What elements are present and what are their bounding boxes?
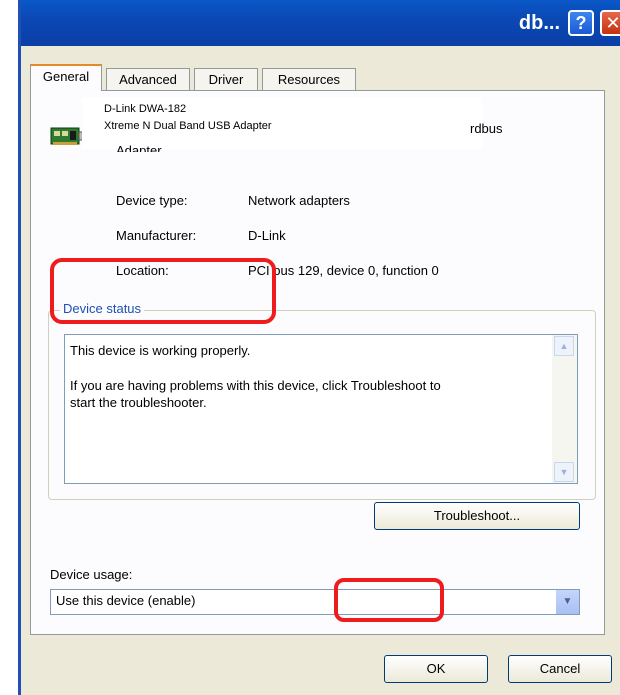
tab-advanced[interactable]: Advanced [106,68,190,90]
manufacturer-label: Manufacturer: [116,228,197,243]
status-text-line2: If you are having problems with this dev… [70,378,441,393]
network-adapter-icon [50,127,84,145]
device-type-value: Network adapters [248,193,350,208]
tab-resources[interactable]: Resources [262,68,356,90]
device-name-fragment: rdbus [470,121,503,136]
device-name-line1: D-Link DWA-182 [104,103,187,115]
tab-driver[interactable]: Driver [194,68,258,90]
status-scrollbar[interactable] [552,335,577,483]
window-title: db... [518,12,560,34]
tab-general[interactable]: General [30,64,102,91]
manufacturer-value: D-Link [248,228,286,243]
close-button[interactable]: ✕ [600,10,620,36]
scroll-up-icon[interactable]: ▲ [554,336,574,356]
device-name-line2: Xtreme N Dual Band USB Adapter [104,120,272,132]
troubleshoot-button[interactable]: Troubleshoot... [374,502,580,530]
location-value: PCI bus 129, device 0, function 0 [248,263,439,278]
status-text-line3: start the troubleshooter. [70,395,207,410]
device-usage-label: Device usage: [50,567,133,582]
title-bar[interactable]: db... ? ✕ [21,0,620,46]
device-usage-value: Use this device (enable) [56,593,196,608]
highlight-annotation-usage [334,578,444,622]
device-name-fragment-adapter: Adapter [116,143,162,152]
status-text-line1: This device is working properly. [70,343,251,358]
device-type-label: Device type: [116,193,188,208]
chevron-down-icon[interactable]: ▼ [555,590,579,614]
help-button[interactable]: ? [568,10,594,36]
ok-button[interactable]: OK [384,655,488,683]
highlight-annotation-status [50,258,276,324]
scroll-down-icon[interactable]: ▼ [554,462,574,482]
cancel-button[interactable]: Cancel [508,655,612,683]
